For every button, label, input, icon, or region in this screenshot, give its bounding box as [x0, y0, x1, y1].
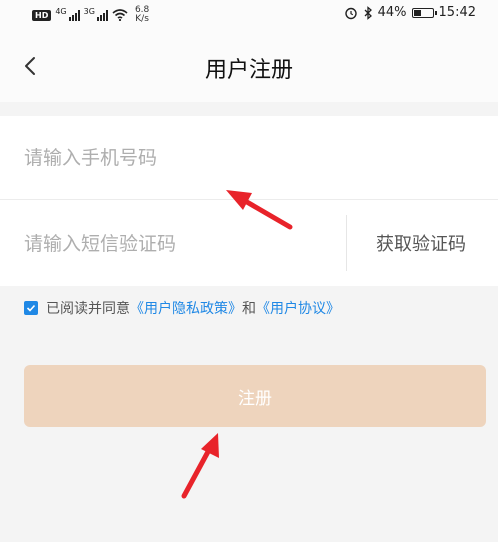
agreement-checkbox[interactable]: [24, 301, 38, 315]
field-divider: [346, 215, 347, 271]
phone-field-row: [0, 116, 498, 200]
get-code-button[interactable]: 获取验证码: [376, 230, 466, 256]
agreement-and-text: 和: [242, 301, 256, 317]
status-bar: HD 4G 3G 6.8 K/s 44% 15:42: [0, 0, 498, 30]
agreement-text: 已阅读并同意: [46, 301, 130, 317]
clock-time: 15:42: [438, 5, 476, 20]
user-agreement-link[interactable]: 《用户协议》: [256, 298, 340, 318]
registration-form: 获取验证码: [0, 116, 498, 286]
battery-percent: 44%: [377, 5, 407, 20]
signal-icon-2: [96, 9, 108, 21]
privacy-policy-link[interactable]: 《用户隐私政策》: [130, 298, 242, 318]
register-button[interactable]: 注册: [24, 365, 486, 427]
speed-unit: K/s: [135, 14, 149, 24]
page-title: 用户注册: [204, 58, 293, 83]
check-icon: [26, 304, 36, 312]
nav-bar: 用户注册: [0, 30, 498, 102]
battery-level-fill: [413, 9, 421, 16]
battery-icon: [411, 7, 437, 18]
wifi-icon: [112, 9, 128, 21]
hd-badge: HD: [32, 9, 52, 21]
status-left: HD 4G 3G 6.8 K/s: [32, 6, 149, 24]
agreement-row: 已阅读并同意 《用户隐私政策》 和 《用户协议》: [24, 298, 340, 318]
sms-field-row: 获取验证码: [0, 200, 498, 286]
bluetooth-icon: [364, 5, 372, 20]
status-right: 44% 15:42: [344, 5, 476, 20]
network-speed: 6.8 K/s: [135, 6, 149, 24]
network-type-1: 4G: [55, 6, 67, 16]
sms-code-input[interactable]: [24, 224, 324, 264]
phone-input[interactable]: [24, 138, 344, 178]
alarm-icon: [344, 7, 357, 19]
signal-icon: [68, 9, 80, 21]
network-type-2: 3G: [83, 6, 95, 16]
arrow-to-register-button: [181, 433, 219, 499]
